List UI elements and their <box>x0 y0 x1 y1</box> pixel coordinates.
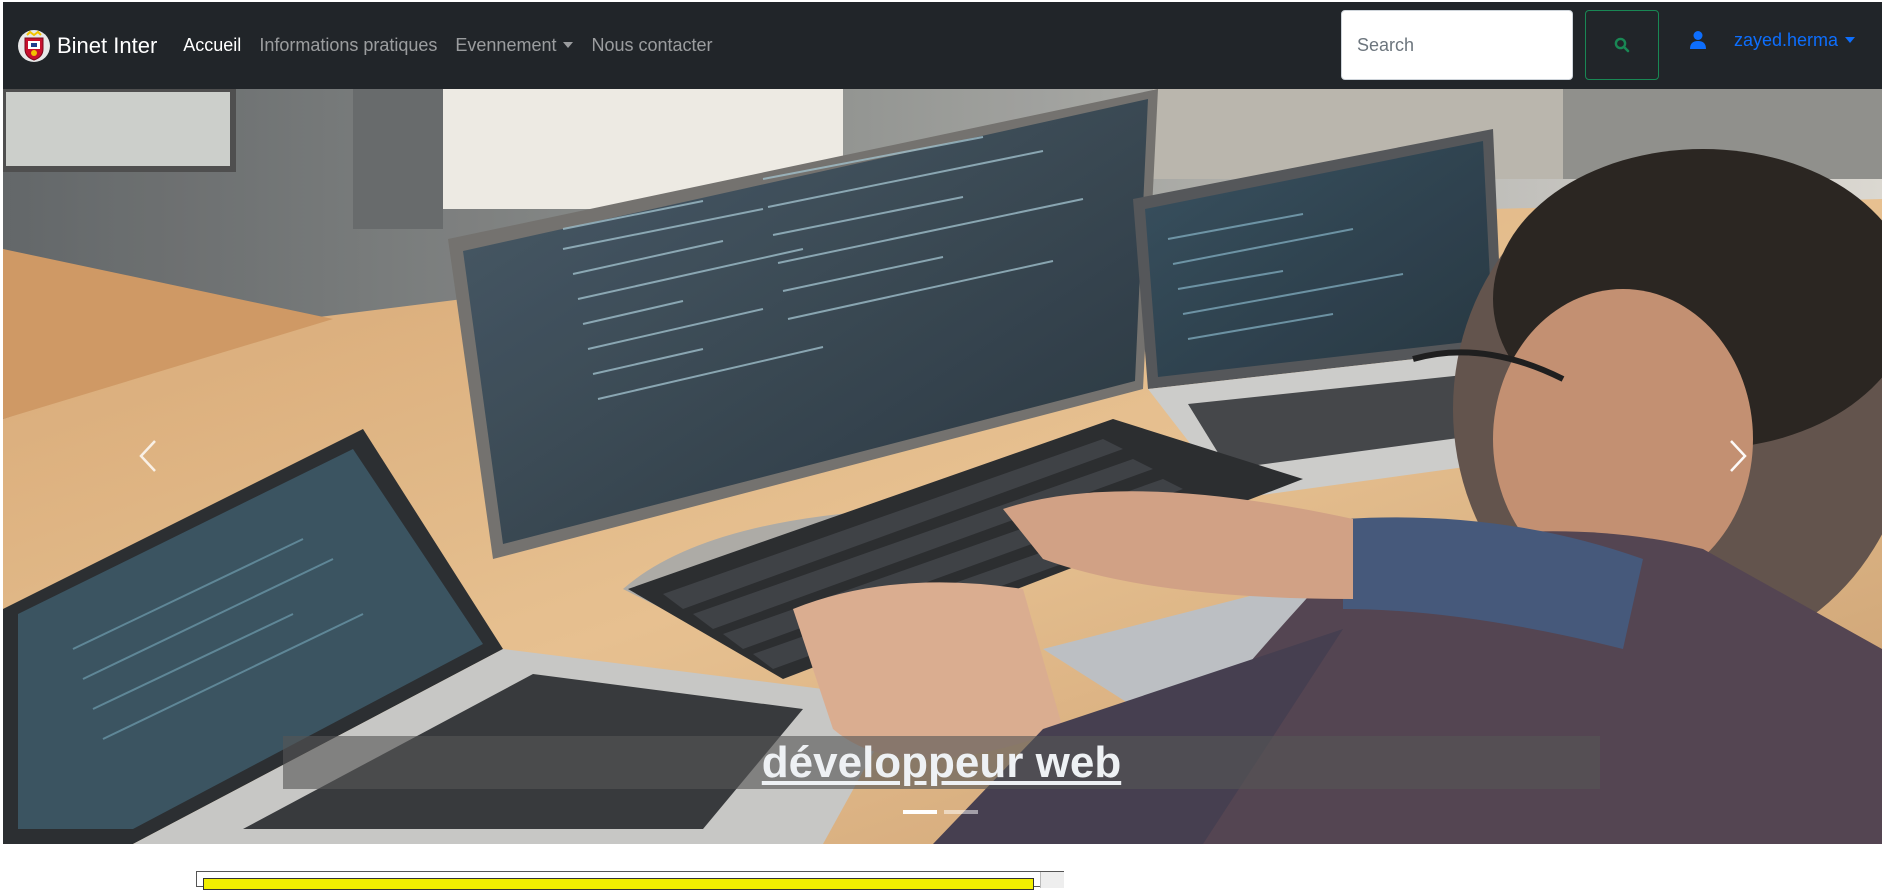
carousel-caption-link[interactable]: développeur web <box>762 738 1121 788</box>
nav-dropdown-evennement[interactable]: Evennement <box>455 35 574 56</box>
hero-carousel: développeur web <box>3 89 1882 844</box>
user-menu-dropdown[interactable]: zayed.herma <box>1734 30 1856 51</box>
nav-link-accueil[interactable]: Accueil <box>183 35 241 56</box>
user-name: zayed.herma <box>1734 30 1839 50</box>
carousel-indicator-2[interactable] <box>944 810 978 814</box>
brand-name: Binet Inter <box>57 32 158 58</box>
search-button[interactable] <box>1585 10 1659 80</box>
caret-down-icon <box>563 42 574 48</box>
brand-link[interactable]: Binet Inter <box>17 29 157 63</box>
top-navbar: Binet Inter Accueil Informations pratiqu… <box>3 2 1882 89</box>
crest-logo-icon <box>18 29 50 62</box>
carousel-indicators <box>903 810 985 814</box>
search-input[interactable] <box>1341 10 1573 80</box>
carousel-indicator-1[interactable] <box>903 810 937 814</box>
carousel-caption: développeur web <box>283 736 1600 789</box>
nav-dropdown-evennement-label: Evennement <box>455 35 557 55</box>
user-icon <box>1690 31 1706 49</box>
search-icon <box>1614 37 1630 53</box>
carousel-next-button[interactable] <box>1708 421 1768 491</box>
carousel-prev-button[interactable] <box>118 421 178 491</box>
nav-links: Accueil Informations pratiques Evennemen… <box>183 35 730 56</box>
chevron-right-icon <box>1730 440 1747 472</box>
embedded-frame-scrollbar[interactable] <box>1040 872 1064 888</box>
nav-link-nous-contacter[interactable]: Nous contacter <box>591 35 712 56</box>
embedded-frame <box>196 871 1064 890</box>
nav-link-informations-pratiques[interactable]: Informations pratiques <box>259 35 437 56</box>
caret-down-icon <box>1845 37 1856 43</box>
chevron-left-icon <box>139 440 156 472</box>
developer-desk-photo <box>3 89 1882 844</box>
